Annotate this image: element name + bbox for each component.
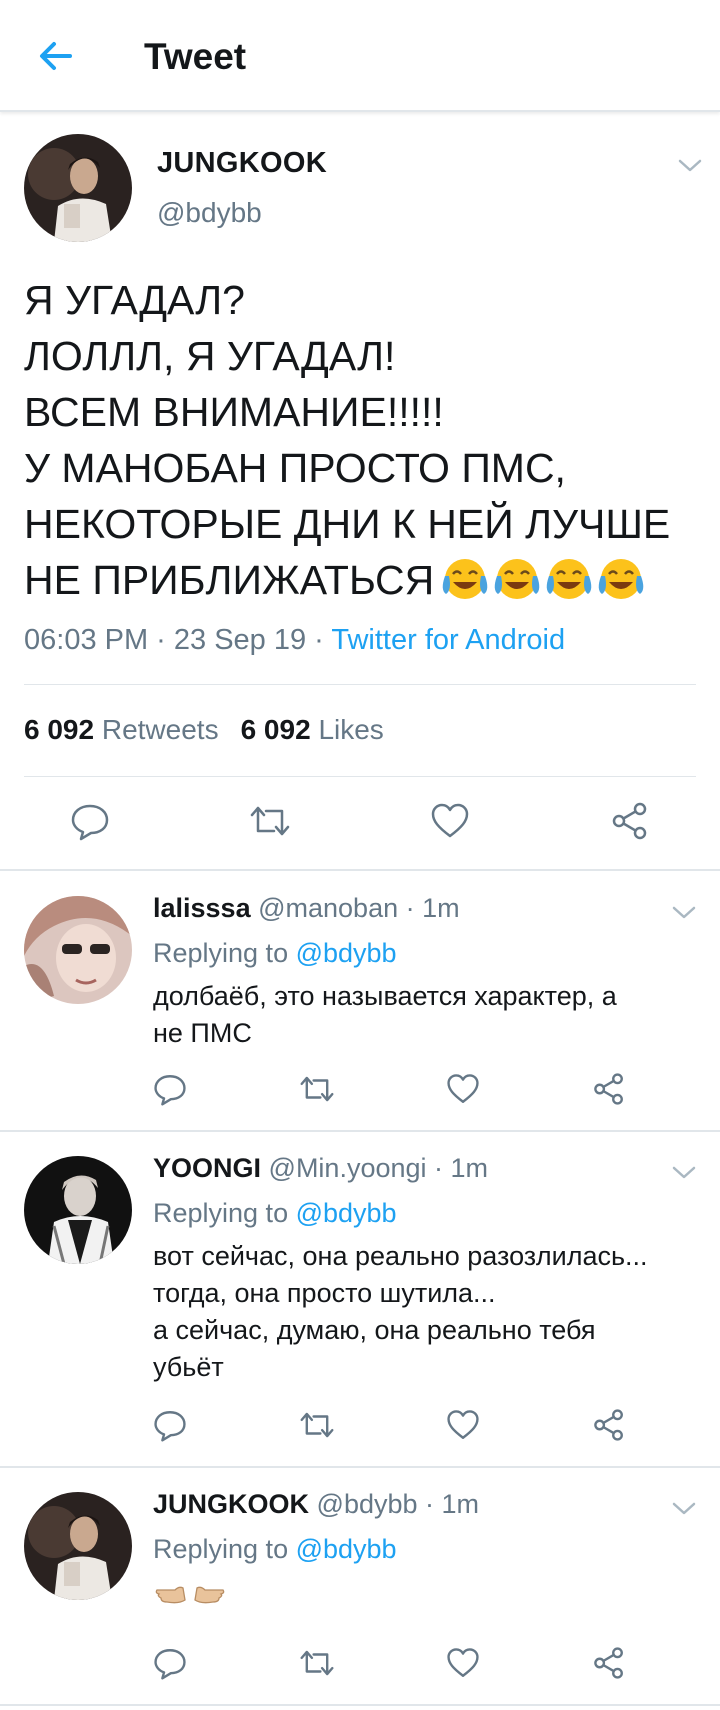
replying-to-label: Replying to (153, 1534, 296, 1564)
like-icon[interactable] (446, 1408, 480, 1442)
tweet-text: Я УГАДАЛ? ЛОЛЛЛ, Я УГАДАЛ! ВСЕМ ВНИМАНИЕ… (24, 272, 704, 616)
share-icon[interactable] (610, 801, 650, 841)
divider (24, 684, 696, 685)
share-icon[interactable] (592, 1646, 626, 1680)
replying-to: Replying to @bdybb (153, 936, 397, 970)
reply-icon[interactable] (70, 801, 110, 841)
tweet-meta: 06:03 PM · 23 Sep 19 · Twitter for Andro… (24, 622, 565, 658)
retweet-icon[interactable] (298, 1408, 336, 1442)
reply-author-name[interactable]: JUNGKOOK (153, 1489, 309, 1519)
reply-header: YOONGI @Min.yoongi · 1m (153, 1151, 488, 1185)
separator (0, 869, 720, 871)
avatar-photo (24, 1492, 132, 1600)
separator (0, 1466, 720, 1468)
retweet-icon[interactable] (298, 1072, 336, 1106)
avatar-photo (24, 134, 132, 242)
chevron-down-icon[interactable] (676, 155, 704, 175)
reply-text: долбаёб, это называется характер, а не П… (153, 978, 713, 1052)
tweet-line: ВСЕМ ВНИМАНИЕ!!!!! (24, 389, 444, 435)
avatar-photo (24, 1156, 132, 1264)
chevron-down-icon[interactable] (670, 1498, 698, 1518)
likes-count: 6 092 (240, 714, 311, 745)
author-name[interactable]: JUNGKOOK (157, 146, 327, 180)
tweet-line-last: НЕ ПРИБЛИЖАТЬСЯ (24, 552, 704, 616)
app-bar: Tweet (0, 0, 720, 112)
tweet-line-text: НЕ ПРИБЛИЖАТЬСЯ (24, 557, 435, 603)
separator (0, 1130, 720, 1132)
reply-author-handle[interactable]: @Min.yoongi (269, 1153, 427, 1183)
like-icon[interactable] (446, 1072, 480, 1106)
reply-line: убьёт (153, 1352, 224, 1382)
tweet-line: Я УГАДАЛ? (24, 277, 245, 323)
reply-author-handle[interactable]: @manoban (258, 893, 398, 923)
retweets-label: Retweets (101, 714, 219, 745)
reply-author-name[interactable]: YOONGI (153, 1153, 261, 1183)
chevron-down-icon[interactable] (670, 902, 698, 922)
replying-to: Replying to @bdybb (153, 1532, 397, 1566)
share-icon[interactable] (592, 1072, 626, 1106)
tweet-stats: 6 092 Retweets 6 092 Likes (24, 712, 384, 748)
tweet-line: ЛОЛЛЛ, Я УГАДАЛ! (24, 333, 396, 379)
reply-line: тогда, она просто шутила... (153, 1278, 496, 1308)
share-icon[interactable] (592, 1408, 626, 1442)
reply-line: вот сейчас, она реально разозлилась... (153, 1241, 648, 1271)
retweets-count: 6 092 (24, 714, 95, 745)
retweets-stat[interactable]: 6 092 Retweets (24, 714, 219, 745)
separator (0, 1704, 720, 1706)
reply-time: · 1m (405, 893, 460, 923)
avatar[interactable] (24, 134, 132, 242)
replying-to: Replying to @bdybb (153, 1196, 397, 1230)
reply-author-handle[interactable]: @bdybb (317, 1489, 418, 1519)
divider (24, 776, 696, 777)
reply-avatar[interactable] (24, 1156, 132, 1264)
author-handle[interactable]: @bdybb (157, 196, 262, 230)
tears-of-joy-emoji (440, 556, 660, 616)
reply-avatar[interactable] (24, 1492, 132, 1600)
reply-author-name[interactable]: lalisssa (153, 893, 251, 923)
like-icon[interactable] (430, 801, 470, 841)
page-title: Tweet (144, 36, 247, 77)
tweet-line: НЕКОТОРЫЕ ДНИ К НЕЙ ЛУЧШЕ (24, 501, 671, 547)
chevron-down-icon[interactable] (670, 1162, 698, 1182)
tweet-timestamp: 06:03 PM · 23 Sep 19 · (24, 624, 332, 656)
like-icon[interactable] (446, 1646, 480, 1680)
reply-text: вот сейчас, она реально разозлилась... т… (153, 1238, 713, 1386)
reply-line: а сейчас, думаю, она реально тебя (153, 1315, 596, 1345)
likes-label: Likes (318, 714, 384, 745)
reply-header: lalisssa @manoban · 1m (153, 891, 460, 925)
reply-line: не ПМС (153, 1018, 252, 1048)
reply-icon[interactable] (153, 1072, 187, 1106)
replying-to-link[interactable]: @bdybb (296, 1534, 397, 1564)
replying-to-link[interactable]: @bdybb (296, 938, 397, 968)
replying-to-label: Replying to (153, 1198, 296, 1228)
reply-avatar[interactable] (24, 896, 132, 1004)
reply-time: · 1m (434, 1153, 489, 1183)
tweet-line: У МАНОБАН ПРОСТО ПМС, (24, 445, 566, 491)
reply-header: JUNGKOOK @bdybb · 1m (153, 1487, 479, 1521)
avatar-photo (24, 896, 132, 1004)
retweet-icon[interactable] (298, 1646, 336, 1680)
likes-stat[interactable]: 6 092 Likes (241, 714, 384, 745)
tweet-source-link[interactable]: Twitter for Android (331, 624, 565, 656)
reply-icon[interactable] (153, 1408, 187, 1442)
reply-time: · 1m (425, 1489, 480, 1519)
reply-line: долбаёб, это называется характер, а (153, 981, 617, 1011)
retweet-icon[interactable] (248, 801, 292, 841)
replying-to-link[interactable]: @bdybb (296, 1198, 397, 1228)
pointing-hands-emoji (155, 1586, 225, 1604)
replying-to-label: Replying to (153, 938, 296, 968)
back-arrow-icon[interactable] (36, 36, 76, 76)
reply-icon[interactable] (153, 1646, 187, 1680)
